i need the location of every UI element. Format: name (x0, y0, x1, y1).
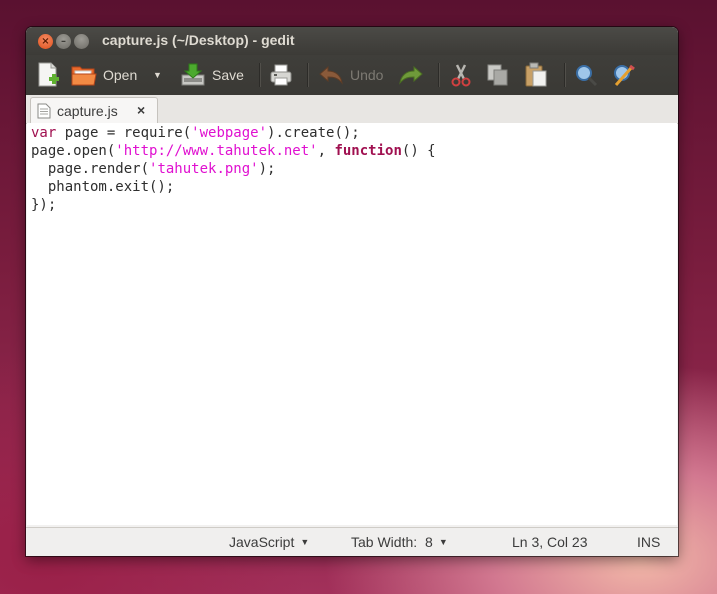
tab-width-value: 8 (425, 534, 433, 550)
print-button[interactable] (269, 61, 293, 89)
save-button[interactable]: Save (180, 61, 244, 89)
maximize-window-icon[interactable] (74, 34, 89, 49)
replace-button[interactable] (612, 61, 636, 89)
toolbar-separator (564, 63, 565, 87)
dropdown-arrow-icon: ▼ (300, 537, 310, 547)
redo-button[interactable] (398, 61, 424, 89)
string-token: 'http://www.tahutek.net' (115, 143, 318, 159)
window-title: capture.js (~/Desktop) - gedit (102, 32, 295, 48)
new-document-button[interactable] (36, 61, 60, 89)
code-token: phantom.exit(); (31, 179, 175, 195)
status-bar: JavaScript ▼ Tab Width: 8 ▼ Ln 3, Col 23 I… (26, 527, 678, 556)
language-selector[interactable]: JavaScript ▼ (229, 534, 309, 550)
undo-icon (319, 65, 343, 85)
copy-icon (487, 64, 508, 86)
find-button[interactable] (574, 61, 598, 89)
code-token: }); (31, 197, 57, 213)
code-token: , (317, 143, 335, 159)
keyword-token: var (31, 125, 57, 141)
paste-button[interactable] (524, 61, 548, 89)
tab-bar: capture.js × (26, 95, 678, 124)
string-token: 'tahutek.png' (149, 161, 259, 177)
redo-icon (399, 65, 423, 85)
toolbar: Open ▼ Save Undo (26, 55, 678, 95)
open-button[interactable]: Open (71, 61, 137, 89)
title-bar[interactable]: × – capture.js (~/Desktop) - gedit (26, 27, 678, 55)
print-icon (270, 64, 292, 86)
open-label: Open (103, 67, 138, 83)
undo-label: Undo (350, 67, 384, 83)
minimize-window-icon[interactable]: – (56, 34, 71, 49)
code-line: page.open('http://www.tahutek.net', func… (31, 142, 436, 160)
save-icon (181, 63, 205, 86)
new-document-icon (38, 62, 59, 87)
dropdown-arrow-icon: ▼ (438, 537, 448, 547)
save-label: Save (212, 67, 244, 83)
code-editor[interactable]: var page = require('webpage').create(); p… (27, 123, 677, 525)
tab-width-label: Tab Width: (351, 534, 418, 550)
code-line: phantom.exit(); (31, 178, 174, 196)
code-token: ); (258, 161, 276, 177)
language-label: JavaScript (229, 534, 295, 550)
replace-icon (614, 64, 635, 86)
close-window-icon[interactable]: × (38, 34, 53, 49)
cursor-position: Ln 3, Col 23 (512, 534, 588, 550)
copy-button[interactable] (486, 61, 510, 89)
undo-button[interactable]: Undo (318, 61, 383, 89)
toolbar-separator (259, 63, 260, 87)
code-token: page.open( (31, 143, 116, 159)
open-folder-icon (71, 66, 97, 86)
code-line: var page = require('webpage').create(); (31, 124, 360, 142)
code-token: ).create(); (267, 125, 360, 141)
cut-icon (451, 64, 471, 87)
dropdown-arrow-icon: ▼ (153, 70, 162, 80)
gedit-window: × – capture.js (~/Desktop) - gedit Open … (26, 27, 678, 556)
toolbar-separator (307, 63, 308, 87)
toolbar-separator (438, 63, 439, 87)
code-token: () { (401, 143, 436, 159)
code-token: page.render( (31, 161, 150, 177)
open-recent-dropdown[interactable]: ▼ (153, 61, 162, 89)
insert-mode: INS (637, 534, 661, 550)
keyword-token: function (334, 143, 402, 159)
paste-icon (525, 62, 547, 87)
code-token: page = require( (56, 125, 192, 141)
string-token: 'webpage' (191, 125, 268, 141)
search-icon (576, 65, 598, 87)
tab-label: capture.js (57, 103, 118, 119)
tab-width-selector[interactable]: Tab Width: 8 ▼ (351, 534, 448, 550)
code-line: }); (31, 196, 56, 214)
close-tab-icon[interactable]: × (137, 102, 145, 118)
cut-button[interactable] (450, 61, 472, 89)
text-file-icon (37, 103, 51, 119)
code-line: page.render('tahutek.png'); (31, 160, 276, 178)
tab-capture-js[interactable]: capture.js × (30, 97, 158, 124)
